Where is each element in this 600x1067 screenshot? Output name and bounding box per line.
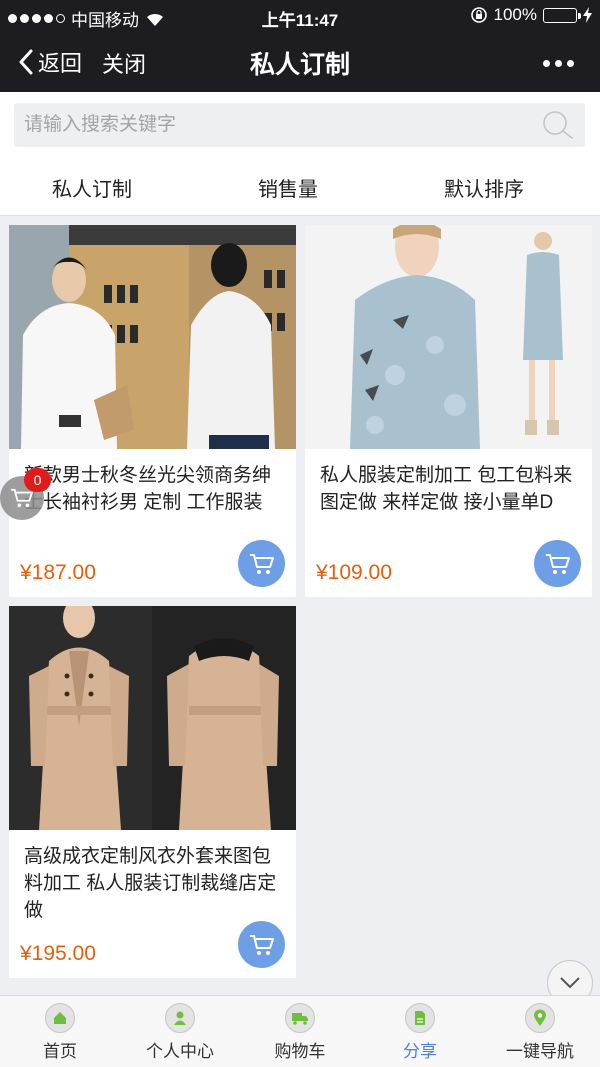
filter-bar: 私人订制 销售量 默认排序 xyxy=(0,158,600,216)
filter-sales-label: 销售量 xyxy=(258,178,318,201)
share-icon xyxy=(405,1003,435,1033)
product-name[interactable]: 高级成衣定制风衣外套来图包料加工 私人服装订制裁缝店定做 xyxy=(24,843,286,924)
page-title: 私人订制 xyxy=(249,51,350,79)
user-icon xyxy=(165,1003,195,1033)
cart-icon xyxy=(545,553,570,574)
orientation-lock-icon xyxy=(470,7,487,23)
tab-navigation-label: 一键导航 xyxy=(506,1042,574,1061)
product-name[interactable]: 私人服装定制加工 包工包料来图定做 来样定做 接小量单D xyxy=(320,462,582,516)
filter-category[interactable]: 私人订制 xyxy=(52,158,132,216)
product-price: ¥109.00 xyxy=(316,561,392,584)
battery-icon xyxy=(543,7,581,23)
product-price: ¥187.00 xyxy=(20,561,96,584)
product-image[interactable] xyxy=(305,225,592,449)
filter-sales[interactable]: 销售量 xyxy=(258,158,318,216)
tab-share[interactable]: 分享 xyxy=(360,996,480,1067)
cart-icon xyxy=(249,934,274,955)
tab-cart[interactable]: 购物车 xyxy=(240,996,360,1067)
add-to-cart-button[interactable] xyxy=(238,921,285,968)
filter-category-label: 私人订制 xyxy=(52,178,132,201)
product-name[interactable]: 新款男士秋冬丝光尖领商务绅士长袖衬衫男 定制 工作服装 xyxy=(24,462,286,516)
status-right: 100% xyxy=(470,5,592,25)
product-image[interactable] xyxy=(9,225,296,449)
product-price: ¥195.00 xyxy=(20,942,96,965)
home-icon xyxy=(45,1003,75,1033)
search-box xyxy=(14,103,585,147)
tab-profile-label: 个人中心 xyxy=(146,1042,214,1061)
truck-icon xyxy=(285,1003,315,1033)
tab-home[interactable]: 首页 xyxy=(0,996,120,1067)
status-bar: 中国移动 上午11:47 100% xyxy=(0,0,600,30)
filter-sort-label: 默认排序 xyxy=(444,178,524,201)
product-card[interactable]: 高级成衣定制风衣外套来图包料加工 私人服装订制裁缝店定做 ¥195.00 xyxy=(9,606,296,978)
product-image[interactable] xyxy=(9,606,296,830)
filter-sort[interactable]: 默认排序 xyxy=(444,158,524,216)
charging-icon xyxy=(583,7,592,23)
nav-bar: 返回 关闭 私人订制 xyxy=(0,30,600,92)
battery-percent: 100% xyxy=(493,5,537,24)
search-icon[interactable] xyxy=(541,110,575,140)
tab-share-label: 分享 xyxy=(403,1042,437,1061)
tab-profile[interactable]: 个人中心 xyxy=(120,996,240,1067)
search-bar xyxy=(0,92,600,158)
add-to-cart-button[interactable] xyxy=(238,540,285,587)
search-input[interactable] xyxy=(14,103,534,147)
chevron-down-icon xyxy=(560,977,580,989)
tab-home-label: 首页 xyxy=(43,1042,77,1061)
more-icon[interactable] xyxy=(543,60,574,67)
add-to-cart-button[interactable] xyxy=(534,540,581,587)
tab-cart-label: 购物车 xyxy=(274,1042,326,1061)
location-pin-icon xyxy=(525,1003,555,1033)
bottom-tab-bar: 首页 个人中心 购物车 分享 一键导航 xyxy=(0,995,600,1067)
tab-navigation[interactable]: 一键导航 xyxy=(480,996,600,1067)
product-card[interactable]: 私人服装定制加工 包工包料来图定做 来样定做 接小量单D ¥109.00 xyxy=(305,225,592,597)
cart-count-badge: 0 xyxy=(24,468,51,492)
top-bar: 中国移动 上午11:47 100% 返回 关闭 私人订制 xyxy=(0,0,600,92)
product-card[interactable]: 新款男士秋冬丝光尖领商务绅士长袖衬衫男 定制 工作服装 ¥187.00 xyxy=(9,225,296,597)
cart-icon xyxy=(249,553,274,574)
